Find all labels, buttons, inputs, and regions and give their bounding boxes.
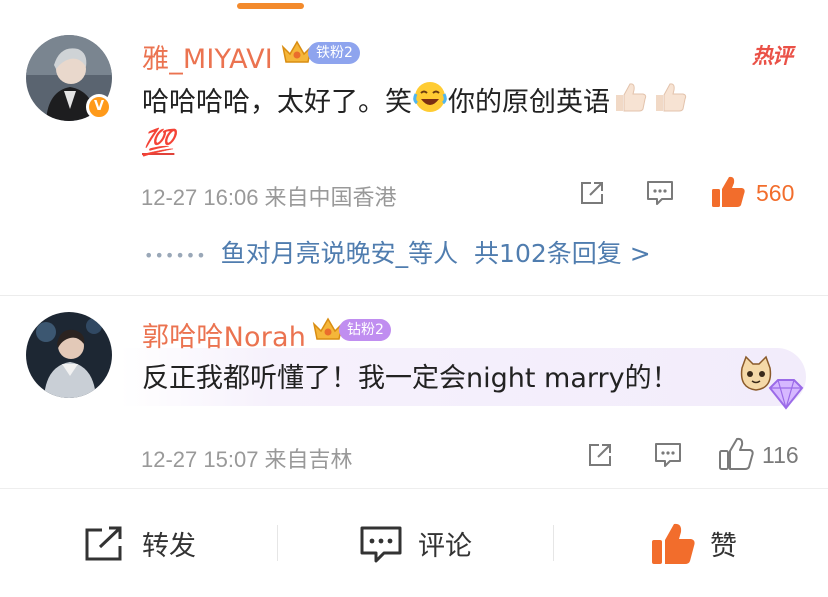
- laughing-emoji-icon: [412, 80, 448, 127]
- reply-count: 共102条回复 >: [474, 239, 651, 268]
- share-icon[interactable]: [586, 441, 614, 469]
- comment-text-part1: 哈哈哈哈，太好了。笑: [142, 87, 412, 118]
- like-count: 116: [762, 442, 799, 468]
- avatar[interactable]: [26, 312, 112, 398]
- comment-icon[interactable]: [645, 179, 675, 207]
- forward-label: 转发: [142, 531, 196, 562]
- like-count: 560: [756, 180, 795, 206]
- hundred-emoji-icon: 💯: [142, 128, 175, 158]
- reply-preview-users: 鱼对月亮说晚安_等人: [220, 239, 459, 268]
- tab-indicator: [237, 3, 304, 9]
- bar-divider: [277, 525, 278, 561]
- comment-text-part2: 你的原创英语: [448, 87, 610, 118]
- thumbs-up-icon: [652, 523, 695, 564]
- like-button[interactable]: 赞: [650, 489, 737, 597]
- fan-badge-label: 钻粉2: [339, 319, 391, 341]
- like-icon[interactable]: [710, 175, 746, 209]
- bottom-action-bar: 转发 评论 赞: [0, 488, 828, 597]
- comment-time-location: 12-27 16:06 来自中国香港: [141, 185, 397, 210]
- comment-icon[interactable]: [653, 441, 683, 469]
- share-icon[interactable]: [578, 179, 606, 207]
- comment-divider: [0, 295, 828, 296]
- reply-preview-link[interactable]: •••••• 鱼对月亮说晚安_等人 共102条回复 >: [144, 234, 651, 270]
- username[interactable]: 郭哈哈Norah: [142, 315, 306, 354]
- ellipsis-icon: ••••••: [144, 245, 207, 265]
- fan-badge-label: 铁粉2: [308, 42, 360, 64]
- hot-comment-tag: 热评: [752, 44, 793, 68]
- comment-label: 评论: [418, 531, 472, 562]
- comment-icon: [360, 526, 402, 562]
- diamond-icon: [768, 379, 804, 410]
- comment-text: 反正我都听懂了！我一定会night marry的！: [142, 363, 679, 394]
- share-icon: [85, 526, 122, 560]
- verified-badge-icon: V: [86, 94, 112, 120]
- bar-divider: [553, 525, 554, 561]
- username[interactable]: 雅_MIYAVI: [142, 37, 273, 76]
- fan-badge[interactable]: 铁粉2: [280, 40, 360, 66]
- comment-button[interactable]: 评论: [358, 489, 472, 597]
- like-label: 赞: [710, 531, 737, 562]
- fan-badge[interactable]: 钻粉2: [311, 317, 391, 343]
- comment-time-location: 12-27 15:07 来自吉林: [141, 447, 353, 472]
- like-icon[interactable]: [718, 437, 754, 471]
- comment-text: 哈哈哈哈，太好了。笑 你的原创英语: [142, 80, 690, 127]
- thumbs-up-emoji-icon: [650, 80, 690, 127]
- thumbs-up-emoji-icon: [610, 80, 650, 127]
- forward-button[interactable]: 转发: [82, 489, 196, 597]
